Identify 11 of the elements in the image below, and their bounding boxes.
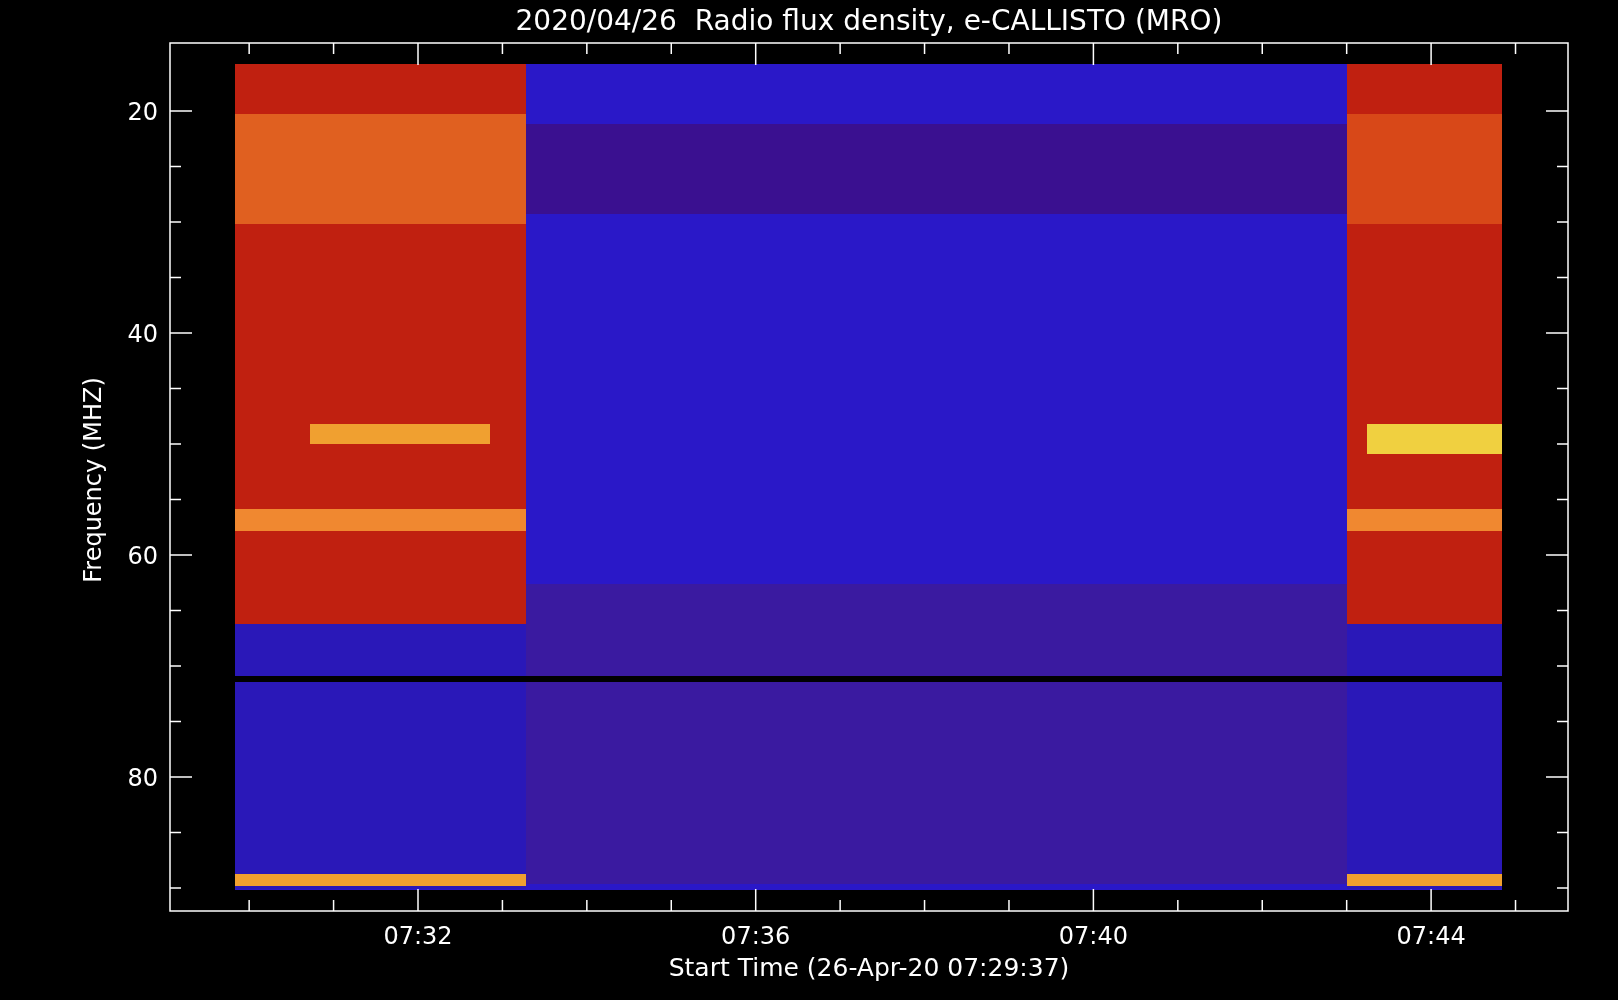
y-tick-label: 80 — [127, 764, 158, 792]
y-tick-label: 20 — [127, 98, 158, 126]
x-axis-label: Start Time (26-Apr-20 07:29:37) — [668, 953, 1070, 982]
y-tick-label: 60 — [127, 542, 158, 570]
x-tick-label: 07:40 — [1058, 922, 1128, 950]
x-tick-label: 07:44 — [1396, 922, 1466, 950]
y-axis-label: Frequency (MHZ) — [79, 377, 107, 583]
plot-title: 2020/04/26 Radio flux density, e-CALLISTO (MRO) — [515, 4, 1223, 37]
x-tick-label: 07:36 — [721, 922, 791, 950]
y-tick-label: 40 — [127, 320, 158, 348]
x-tick-label: 07:32 — [383, 922, 453, 950]
